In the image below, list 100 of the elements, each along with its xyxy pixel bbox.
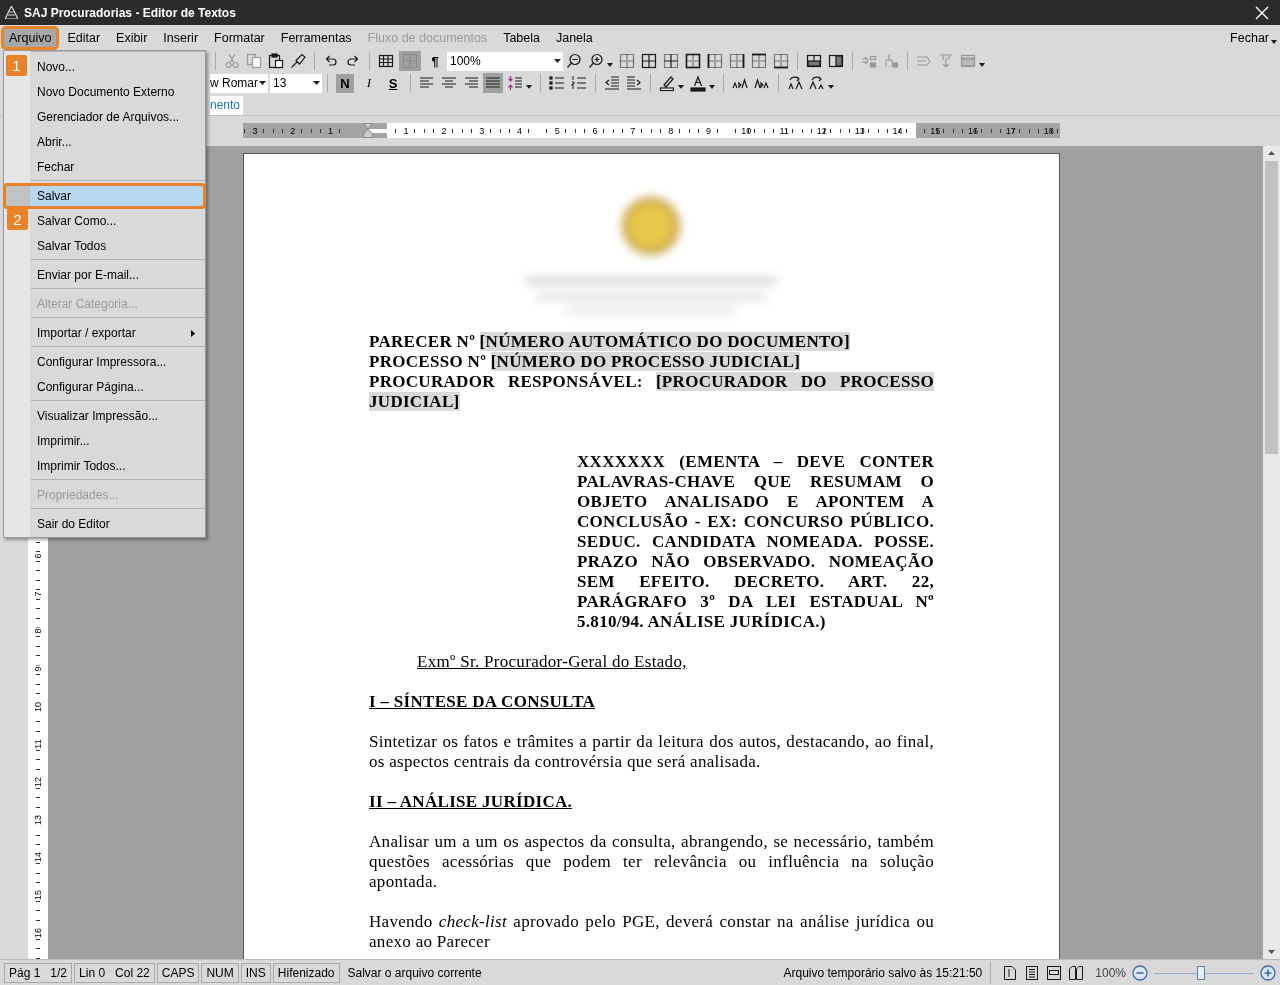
ruler-number: 13: [853, 125, 866, 136]
table-right-border-icon[interactable]: [729, 53, 745, 69]
close-icon: [1255, 5, 1269, 20]
menu-item[interactable]: Imprimir Todos...: [31, 454, 205, 478]
table-icon[interactable]: [378, 53, 394, 69]
pilcrow-button[interactable]: ¶: [426, 51, 444, 71]
table-borders-icon[interactable]: [641, 53, 657, 69]
menu-item[interactable]: Enviar por E-mail...: [31, 263, 205, 287]
menu-item[interactable]: Fechar: [31, 155, 205, 179]
caret-icon[interactable]: [526, 85, 532, 89]
ruler-number: 1: [402, 125, 410, 136]
menu-item[interactable]: Editar: [61, 27, 107, 48]
two-pages-icon[interactable]: [1068, 965, 1085, 981]
menu-item[interactable]: Exibir: [110, 27, 154, 48]
indent-marker[interactable]: [363, 123, 374, 138]
menu-item[interactable]: Abrir...: [31, 130, 205, 154]
menu-item[interactable]: Formatar: [208, 27, 271, 48]
menu-item[interactable]: Salvar Como...: [31, 209, 205, 233]
shrink-font-icon[interactable]: [754, 75, 770, 91]
ruler-number: 9: [704, 125, 712, 136]
change-case-icon[interactable]: [787, 75, 803, 91]
ruler-number: 2: [440, 125, 448, 136]
zoom-out-icon[interactable]: [566, 53, 582, 69]
table-left-border-icon[interactable]: [707, 53, 723, 69]
scrollbar[interactable]: [1263, 146, 1280, 959]
status-text: Col 22: [115, 966, 150, 980]
justify-icon[interactable]: [483, 73, 503, 93]
brush-icon[interactable]: [290, 53, 306, 69]
highlighter-icon[interactable]: [659, 74, 675, 92]
merge-cells-icon[interactable]: [806, 53, 822, 69]
table-bottom-border-icon[interactable]: [773, 53, 789, 69]
menu-item[interactable]: Novo Documento Externo: [31, 80, 205, 104]
menu-item[interactable]: Visualizar Impressão...: [31, 404, 205, 428]
grow-font-icon[interactable]: [732, 75, 748, 91]
font-dropdown[interactable]: w Romar: [210, 73, 268, 93]
ruler-number: 8: [667, 125, 675, 136]
section-heading: I – SÍNTESE DA CONSULTA: [369, 692, 596, 712]
page-view-icon[interactable]: [1002, 965, 1019, 981]
menu-item[interactable]: Gerenciador de Arquivos...: [31, 105, 205, 129]
body-paragraph: Analisar um a um os aspectos da consulta, abrangendo, se necessário, também questões acessórias que podem ter relevância ou influência na solução apontada.: [369, 832, 934, 892]
ruler-number: 6: [33, 552, 43, 560]
menu-item[interactable]: Salvar Todos: [31, 234, 205, 258]
increase-indent-icon[interactable]: [626, 75, 642, 91]
menu-item[interactable]: Inserir: [157, 27, 205, 48]
document-view-icon[interactable]: [1024, 965, 1041, 981]
menu-item[interactable]: Novo...: [31, 55, 205, 79]
toggle-case-icon[interactable]: [809, 75, 825, 91]
underline-button[interactable]: S: [384, 73, 402, 93]
menu-item[interactable]: Configurar Impressora...: [31, 350, 205, 374]
document-tab[interactable]: nento: [210, 96, 244, 115]
menu-item[interactable]: Importar / exportar: [31, 321, 205, 345]
web-view-icon[interactable]: [1046, 965, 1063, 981]
decrease-indent-icon[interactable]: [604, 75, 620, 91]
bullet-list-icon[interactable]: [549, 75, 565, 91]
caret-icon[interactable]: [678, 85, 684, 89]
zoom-out-button[interactable]: [1132, 965, 1148, 981]
close-document-link[interactable]: Fechar: [1228, 30, 1271, 45]
ruler-number: 3: [478, 125, 486, 136]
table-top-border-icon[interactable]: [751, 53, 767, 69]
ruler-number: 14: [33, 851, 43, 864]
table-inner-borders-icon[interactable]: [663, 53, 679, 69]
summary-paragraph: XXXXXXX (EMENTA – DEVE CONTER PALAVRAS-CHAVE QUE RESUMAM O OBJETO ANALISADO E APONTEM A CONCLUSÃO - EX: CONCURSO PÚBLICO. SEDUC. CANDIDATA NOMEADA. POSSE. PRAZO NÃO OBSERVADO. NOMEAÇÃO SEM EFEITO. DECRETO. ART. 22, PARÁGRAFO 3º DA LEI ESTADUAL Nº 5.810/94. ANÁLISE JURÍDICA.): [577, 452, 934, 632]
menu-item[interactable]: Tabela: [497, 27, 546, 48]
zoom-in-button[interactable]: [1260, 965, 1276, 981]
menu-item[interactable]: Imprimir...: [31, 429, 205, 453]
caret-icon[interactable]: [979, 63, 985, 67]
menu-item[interactable]: Sair do Editor: [31, 512, 205, 536]
zoom-in-icon[interactable]: [588, 53, 604, 69]
caret-icon[interactable]: [1271, 39, 1277, 44]
ruler-number: 7: [629, 125, 637, 136]
ruler-number: 13: [33, 813, 43, 826]
ruler-number: 9: [33, 665, 43, 673]
app-logo-icon: [5, 6, 18, 19]
font-size-dropdown[interactable]: 13: [270, 73, 322, 93]
table-grid-icon[interactable]: [619, 53, 635, 69]
body-paragraph: Havendo check-list aprovado pelo PGE, deverá constar na análise jurídica ou anexo ao Parecer: [369, 912, 934, 952]
caret-icon[interactable]: [709, 85, 715, 89]
redo-icon[interactable]: [345, 53, 361, 69]
undo-icon[interactable]: [323, 53, 339, 69]
menu-item[interactable]: Salvar: [4, 184, 205, 208]
ruler-number: 6: [591, 125, 599, 136]
ruler-number: 4: [515, 125, 523, 136]
table-outer-border-icon[interactable]: [685, 53, 701, 69]
menu-item[interactable]: Ferramentas: [274, 27, 358, 48]
zoom-dropdown[interactable]: 100%: [447, 51, 563, 71]
menu-item[interactable]: Arquivo: [3, 27, 58, 48]
numbered-list-icon[interactable]: [571, 75, 587, 91]
line-spacing-icon[interactable]: [507, 75, 523, 91]
ruler-number: 10: [740, 125, 753, 136]
italic-button[interactable]: I: [360, 73, 378, 93]
bold-button[interactable]: N: [336, 73, 354, 93]
clipboard-icon[interactable]: [268, 53, 284, 69]
caret-icon[interactable]: [607, 63, 613, 67]
split-cells-icon[interactable]: [828, 53, 844, 69]
font-color-icon[interactable]: [690, 74, 706, 92]
menu-item[interactable]: Janela: [549, 27, 599, 48]
caret-icon[interactable]: [828, 85, 834, 89]
ruler-number: 5: [553, 125, 561, 136]
status-text: NUM: [206, 966, 234, 980]
menu-item[interactable]: Configurar Página...: [31, 375, 205, 399]
